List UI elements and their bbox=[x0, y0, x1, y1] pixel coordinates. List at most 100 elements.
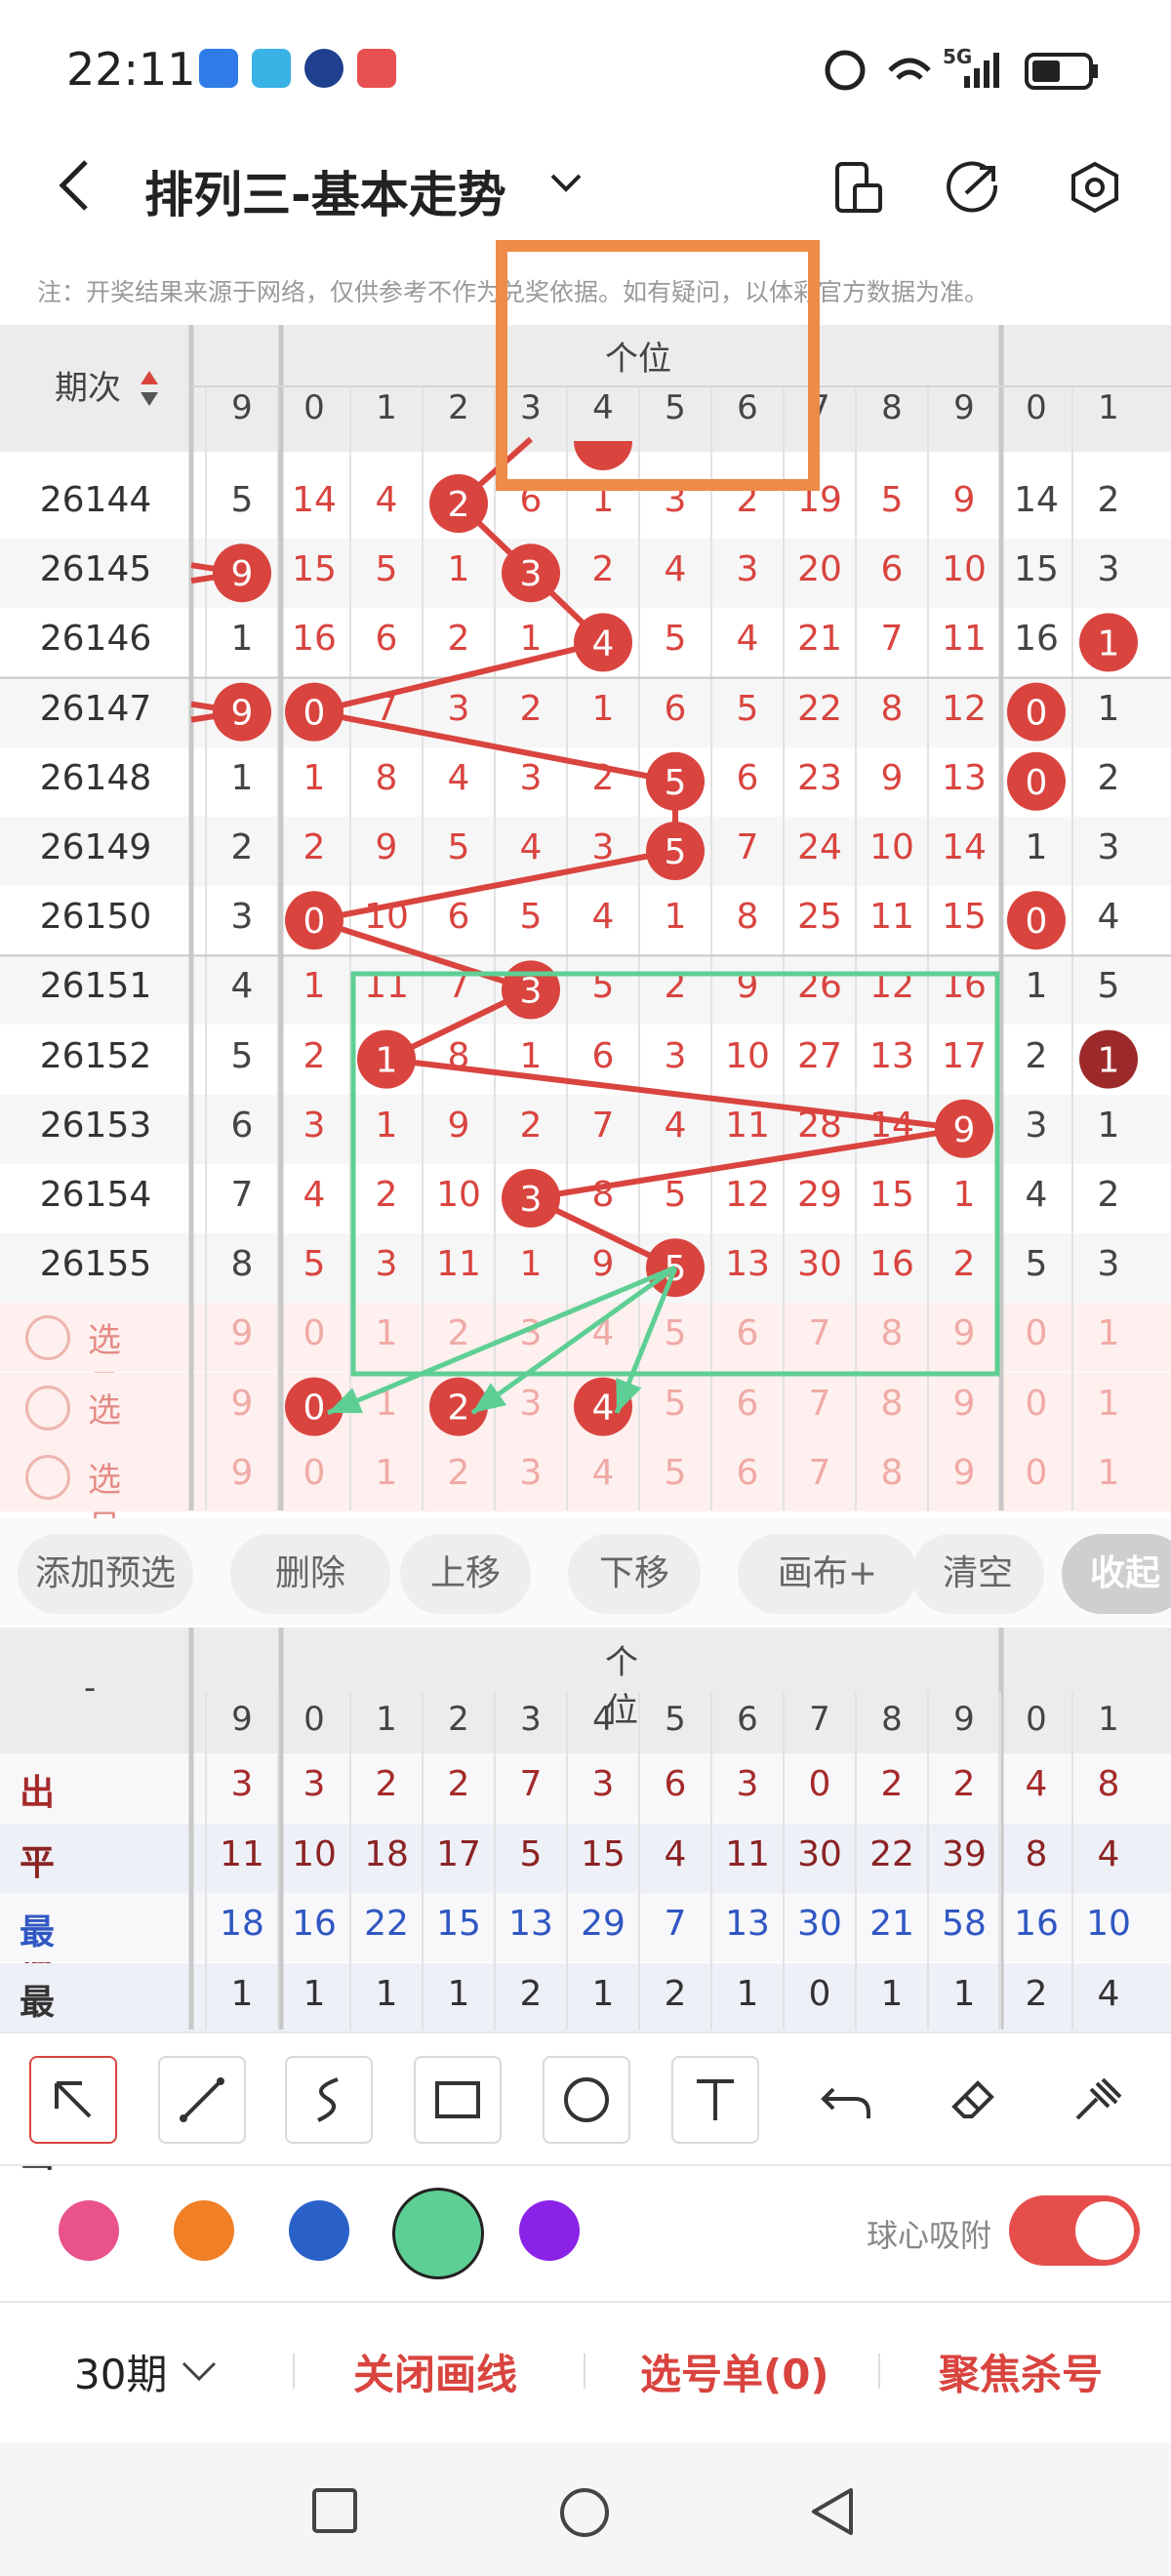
stats-value: 3 bbox=[303, 1764, 326, 1804]
stats-value: 1 bbox=[880, 1973, 904, 2014]
stats-value: 7 bbox=[519, 1764, 543, 1804]
selection-list-button[interactable]: 选号单(0) bbox=[640, 2342, 829, 2401]
recent-apps-icon[interactable] bbox=[310, 2486, 359, 2535]
trend-table[interactable]: 期次 个位 9012345678901 26144514426132195914… bbox=[0, 0, 1171, 1548]
stats-column-digit: 0 bbox=[303, 1700, 325, 1739]
stats-value: 4 bbox=[1097, 1973, 1120, 2014]
stats-value: 22 bbox=[364, 1904, 409, 1944]
stats-value: 13 bbox=[508, 1904, 553, 1944]
period-count-select[interactable]: 30期 bbox=[74, 2342, 167, 2401]
stats-value: 3 bbox=[591, 1764, 615, 1804]
line-icon[interactable] bbox=[158, 2056, 246, 2144]
stats-column-digit: 0 bbox=[1026, 1700, 1047, 1739]
brush-icon[interactable] bbox=[1054, 2056, 1142, 2144]
action-button-4[interactable]: 画布+ bbox=[738, 1534, 917, 1614]
action-button-3[interactable]: 下移 bbox=[568, 1534, 701, 1614]
stats-value: 2 bbox=[447, 1764, 470, 1804]
trend-ball-label: 0 bbox=[1026, 902, 1048, 942]
color-swatch[interactable] bbox=[289, 2200, 349, 2261]
curve-icon bbox=[317, 2077, 339, 2122]
stats-value: 3 bbox=[736, 1764, 759, 1804]
color-swatch[interactable] bbox=[519, 2200, 580, 2261]
stats-column-digit: 6 bbox=[737, 1700, 758, 1739]
close-lines-button[interactable]: 关闭画线 bbox=[353, 2342, 517, 2401]
action-button-2[interactable]: 上移 bbox=[400, 1534, 531, 1614]
stats-value: 2 bbox=[880, 1764, 904, 1804]
text-icon[interactable] bbox=[671, 2056, 759, 2144]
stats-value: 39 bbox=[942, 1833, 987, 1874]
stats-value: 16 bbox=[1014, 1904, 1059, 1944]
stats-value: 30 bbox=[797, 1833, 842, 1874]
color-swatch[interactable] bbox=[174, 2200, 234, 2261]
trend-ball-label: 3 bbox=[520, 971, 543, 1011]
undo-icon[interactable] bbox=[802, 2056, 890, 2144]
stats-value: 3 bbox=[230, 1764, 254, 1804]
stats-value: 2 bbox=[664, 1973, 687, 2014]
chevron-down-icon[interactable] bbox=[180, 2359, 219, 2385]
stats-value: 0 bbox=[808, 1973, 831, 2014]
trend-ball-label: 0 bbox=[303, 694, 326, 734]
trend-ball-label: 5 bbox=[665, 832, 687, 872]
back-nav-icon[interactable] bbox=[808, 2484, 857, 2539]
focus-kill-button[interactable]: 聚焦杀号 bbox=[939, 2342, 1103, 2401]
trend-ball-label: 1 bbox=[1098, 1041, 1120, 1081]
stats-value: 18 bbox=[220, 1904, 264, 1944]
eraser-icon[interactable] bbox=[929, 2056, 1017, 2144]
snap-toggle[interactable] bbox=[1009, 2195, 1140, 2266]
stats-value: 11 bbox=[220, 1833, 264, 1874]
stats-column-digit: 1 bbox=[376, 1700, 397, 1739]
text-icon bbox=[697, 2079, 734, 2120]
stats-value: 0 bbox=[808, 1764, 831, 1804]
curve-icon[interactable] bbox=[285, 2056, 373, 2144]
color-swatch[interactable] bbox=[59, 2200, 119, 2261]
stats-value: 2 bbox=[1025, 1973, 1048, 2014]
action-button-5[interactable]: 清空 bbox=[911, 1534, 1044, 1614]
action-button-6[interactable]: 收起 bbox=[1062, 1534, 1171, 1614]
stats-column-digit: 4 bbox=[592, 1700, 614, 1739]
color-swatch[interactable] bbox=[392, 2188, 484, 2279]
trend-ball-label: 1 bbox=[1098, 624, 1120, 664]
stats-column-digit: 9 bbox=[953, 1700, 975, 1739]
stats-value: 10 bbox=[1086, 1904, 1131, 1944]
selected-pick-ball-label: 4 bbox=[592, 1389, 615, 1429]
trend-ball-label: 3 bbox=[520, 554, 543, 594]
stats-column-digit: 1 bbox=[1098, 1700, 1119, 1739]
trend-ball-label: 3 bbox=[520, 1180, 543, 1220]
stats-value: 13 bbox=[725, 1904, 770, 1944]
stats-value: 4 bbox=[1025, 1764, 1048, 1804]
stats-value: 11 bbox=[725, 1833, 770, 1874]
divider bbox=[878, 2354, 880, 2389]
trend-ball-label: 9 bbox=[953, 1110, 976, 1150]
orange-rectangle-annotation bbox=[496, 240, 820, 491]
action-button-0[interactable]: 添加预选 bbox=[18, 1534, 193, 1614]
stats-value: 10 bbox=[292, 1833, 337, 1874]
arrow-icon[interactable] bbox=[29, 2056, 117, 2144]
stats-value: 8 bbox=[1097, 1764, 1120, 1804]
rectangle-icon bbox=[435, 2081, 480, 2118]
stats-column-digit: 9 bbox=[231, 1700, 253, 1739]
stats-value: 1 bbox=[230, 1973, 254, 2014]
selected-pick-ball-label: 0 bbox=[303, 1389, 326, 1429]
stats-value: 6 bbox=[664, 1764, 687, 1804]
stats-value: 5 bbox=[519, 1833, 543, 1874]
stats-column-digit: 8 bbox=[881, 1700, 903, 1739]
stats-value: 8 bbox=[1025, 1833, 1048, 1874]
stats-value: 1 bbox=[591, 1973, 615, 2014]
stats-value: 21 bbox=[869, 1904, 914, 1944]
divider bbox=[584, 2354, 586, 2389]
trend-ball-label: 5 bbox=[665, 763, 687, 803]
stats-value: 1 bbox=[303, 1973, 326, 2014]
stats-value: 1 bbox=[447, 1973, 470, 2014]
stats-value: 22 bbox=[869, 1833, 914, 1874]
stats-value: 2 bbox=[375, 1764, 398, 1804]
circle-icon[interactable] bbox=[543, 2056, 630, 2144]
trend-ball-label: 2 bbox=[448, 485, 470, 525]
home-icon[interactable] bbox=[558, 2486, 611, 2539]
action-button-1[interactable]: 删除 bbox=[230, 1534, 390, 1614]
line-icon bbox=[180, 2077, 224, 2122]
rectangle-icon[interactable] bbox=[414, 2056, 502, 2144]
stats-value: 29 bbox=[581, 1904, 626, 1944]
stats-value: 2 bbox=[952, 1764, 976, 1804]
trend-ball-label: 0 bbox=[1026, 694, 1048, 734]
stats-value: 2 bbox=[519, 1973, 543, 2014]
